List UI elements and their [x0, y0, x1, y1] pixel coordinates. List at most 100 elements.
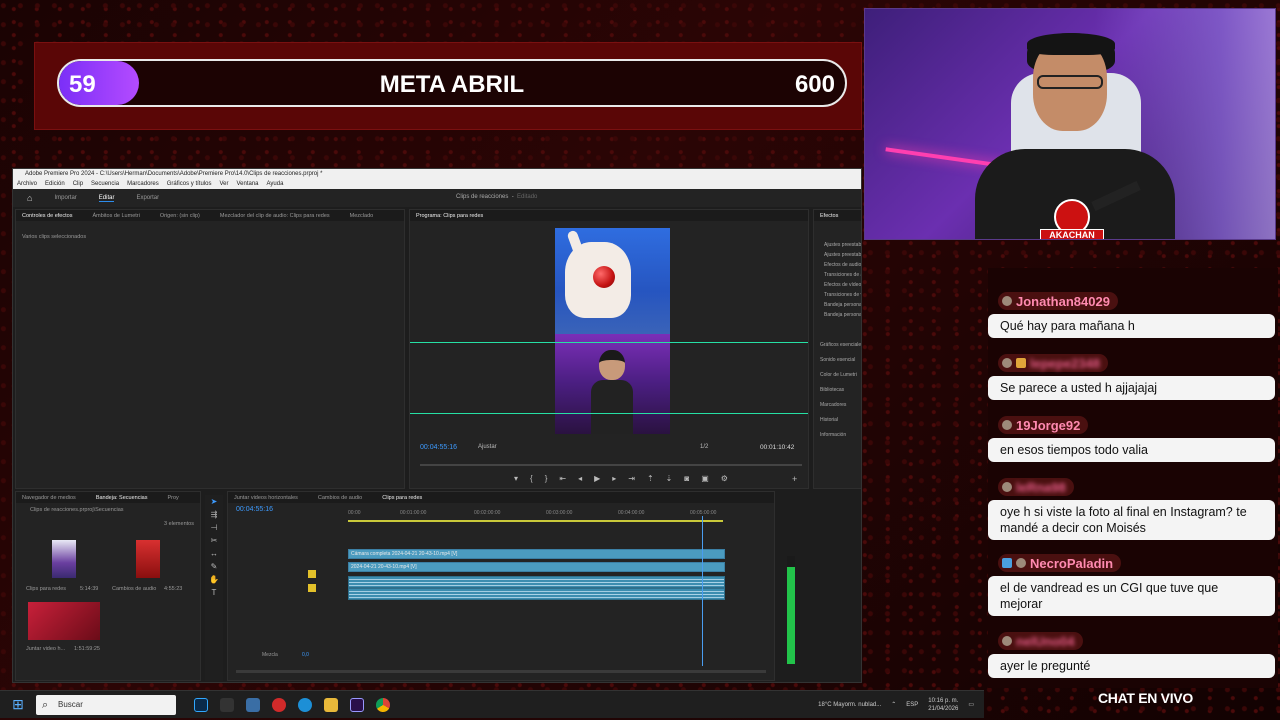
panel-link-essential-sound[interactable]: Sonido esencial [820, 353, 861, 368]
sequence-thumb-juntar-video[interactable] [28, 602, 100, 640]
timeline-scrollbar[interactable] [236, 670, 766, 673]
menu-item-ver[interactable]: Ver [219, 179, 228, 189]
resolution-dropdown[interactable]: 1/2 [700, 444, 708, 450]
chat-username[interactable]: lepepe2348 [1030, 356, 1100, 371]
task-view-icon[interactable] [220, 697, 234, 712]
effects-tree-item[interactable]: Transiciones de audio [824, 270, 861, 280]
ripple-edit-icon[interactable]: ⊣ [205, 521, 223, 534]
tab-source[interactable]: Origen: (sin clip) [160, 213, 200, 219]
slip-icon[interactable]: ↔ [205, 547, 223, 560]
timeline-audio-a2[interactable] [348, 588, 725, 600]
track-a1-sync[interactable] [308, 570, 316, 578]
extract-icon[interactable]: ⇣ [666, 474, 673, 483]
tray-arrow-icon[interactable]: ⌃ [891, 701, 896, 708]
effects-tree-item[interactable]: Efectos de vídeo [824, 280, 861, 290]
menu-item-edicion[interactable]: Edición [45, 179, 65, 189]
tab-effect-controls[interactable]: Controles de efectos [22, 213, 72, 219]
language-indicator[interactable]: ESP [906, 702, 918, 708]
clock[interactable]: 10:16 p. m. 21/04/2026 [928, 697, 958, 713]
premiere-icon[interactable] [350, 697, 364, 712]
effects-tree-item[interactable]: Bandeja personalizada 02 [824, 310, 861, 320]
app-icon-red[interactable] [272, 697, 286, 712]
tab-sequence-juntar[interactable]: Juntar videos horizontales [234, 495, 298, 501]
menu-item-graficos[interactable]: Gráficos y títulos [167, 179, 212, 189]
menu-item-marcadores[interactable]: Marcadores [127, 179, 159, 189]
panel-link-essential-graphics[interactable]: Gráficos esenciales [820, 338, 861, 353]
marker-icon[interactable]: ▾ [514, 474, 518, 483]
taskbar-search-input[interactable]: Buscar [36, 694, 176, 715]
timeline-playhead[interactable] [702, 516, 703, 666]
windows-start-icon[interactable]: ⊞ [0, 696, 36, 713]
tab-program[interactable]: Programa: Clips para redes [416, 213, 483, 219]
tab-media-browser[interactable]: Navegador de medios [22, 495, 76, 501]
effects-tree-item[interactable]: Ajustes preestablecidos [824, 240, 861, 250]
panel-link-markers[interactable]: Marcadores [820, 398, 861, 413]
tab-lumetri-scopes[interactable]: Ámbitos de Lumetri [92, 213, 139, 219]
panel-link-lumetri-color[interactable]: Color de Lumetri [820, 368, 861, 383]
mark-out-icon[interactable]: } [545, 474, 548, 483]
menu-item-ayuda[interactable]: Ayuda [267, 179, 284, 189]
tab-mixer[interactable]: Mezclado [350, 213, 374, 219]
chat-username[interactable]: 19Jorge92 [1016, 418, 1080, 433]
effects-tree-item[interactable]: Transiciones de vídeo [824, 290, 861, 300]
tab-project[interactable]: Proy [168, 495, 179, 501]
chat-username[interactable]: Jonathan84029 [1016, 294, 1110, 309]
add-button-icon[interactable]: + [792, 474, 797, 484]
panel-link-info[interactable]: Información [820, 428, 861, 443]
program-timecode[interactable]: 00:04:55:16 [420, 444, 457, 451]
app-icon[interactable] [246, 697, 260, 712]
weather-widget[interactable]: 18°C Mayorm. nublad... [818, 702, 881, 708]
menu-item-secuencia[interactable]: Secuencia [91, 179, 119, 189]
tab-audio-clip-mixer[interactable]: Mezclador del clip de audio: Clips para … [220, 213, 330, 219]
selection-tool-icon[interactable]: ➤ [205, 495, 223, 508]
panel-link-libraries[interactable]: Bibliotecas [820, 383, 861, 398]
sequence-thumb-cambios-audio[interactable] [136, 540, 160, 578]
home-icon[interactable]: ⌂ [27, 193, 32, 203]
tab-sequence-cambios[interactable]: Cambios de audio [318, 495, 362, 501]
edge-icon[interactable] [298, 697, 312, 712]
notification-icon[interactable]: ▭ [968, 701, 974, 708]
work-area-bar[interactable] [348, 520, 723, 522]
compare-icon[interactable]: ▣ [701, 474, 709, 483]
fit-dropdown[interactable]: Ajustar [478, 444, 497, 450]
hand-icon[interactable]: ✋ [205, 573, 223, 586]
panel-link-history[interactable]: Historial [820, 413, 861, 428]
pen-icon[interactable]: ✎ [205, 560, 223, 573]
menu-item-archivo[interactable]: Archivo [17, 179, 37, 189]
photoshop-icon[interactable] [194, 697, 208, 712]
mix-value[interactable]: 0,0 [302, 652, 309, 658]
timeline-ruler[interactable]: 00:00 00:01:00:00 00:02:00:00 00:03:00:0… [348, 510, 728, 520]
lift-icon[interactable]: ⇡ [647, 474, 654, 483]
tab-sequence-clips[interactable]: Clips para redes [382, 495, 422, 501]
tab-importar[interactable]: Importar [54, 195, 76, 201]
track-select-icon[interactable]: ⇶ [205, 508, 223, 521]
step-forward-icon[interactable]: ▸ [612, 474, 616, 483]
camera-icon[interactable]: ◙ [684, 474, 689, 483]
effects-tree-item[interactable]: Bandeja personalizada 01 [824, 300, 861, 310]
sequence-thumb-clips-para-redes[interactable] [52, 540, 76, 578]
step-back-icon[interactable]: ◂ [578, 474, 582, 483]
type-icon[interactable]: T [205, 586, 223, 599]
chrome-icon[interactable] [376, 697, 390, 712]
tab-effects[interactable]: Efectos [820, 213, 838, 219]
chat-username[interactable]: nelUno04 [1016, 634, 1075, 649]
mark-in-icon[interactable]: { [530, 474, 533, 483]
file-explorer-icon[interactable] [324, 697, 338, 712]
timeline-clip-v1[interactable]: 2024-04-21 20-43-10.mp4 [V] [348, 562, 725, 572]
play-icon[interactable]: ▶ [594, 474, 600, 483]
timeline-audio-a1[interactable] [348, 576, 725, 588]
effects-tree-item[interactable]: Efectos de audio [824, 260, 861, 270]
razor-icon[interactable]: ✂ [205, 534, 223, 547]
menu-item-ventana[interactable]: Ventana [236, 179, 258, 189]
track-a2-sync[interactable] [308, 584, 316, 592]
effects-tree-item[interactable]: Ajustes preestablecidos de Lumetri [824, 250, 861, 260]
go-to-out-icon[interactable]: ⇥ [628, 474, 635, 483]
tab-editar[interactable]: Editar [98, 195, 115, 202]
program-scrub-bar[interactable] [420, 464, 802, 466]
chat-username[interactable]: leRna98 [1016, 480, 1066, 495]
timeline-clip-v2[interactable]: Cámara completa 2024-04-21 20-43-10.mp4 … [348, 549, 725, 559]
tab-exportar[interactable]: Exportar [136, 195, 159, 201]
timeline-timecode[interactable]: 00:04:55:16 [236, 506, 273, 513]
menu-item-clip[interactable]: Clip [73, 179, 83, 189]
chat-username[interactable]: NecroPaladin [1030, 556, 1113, 571]
